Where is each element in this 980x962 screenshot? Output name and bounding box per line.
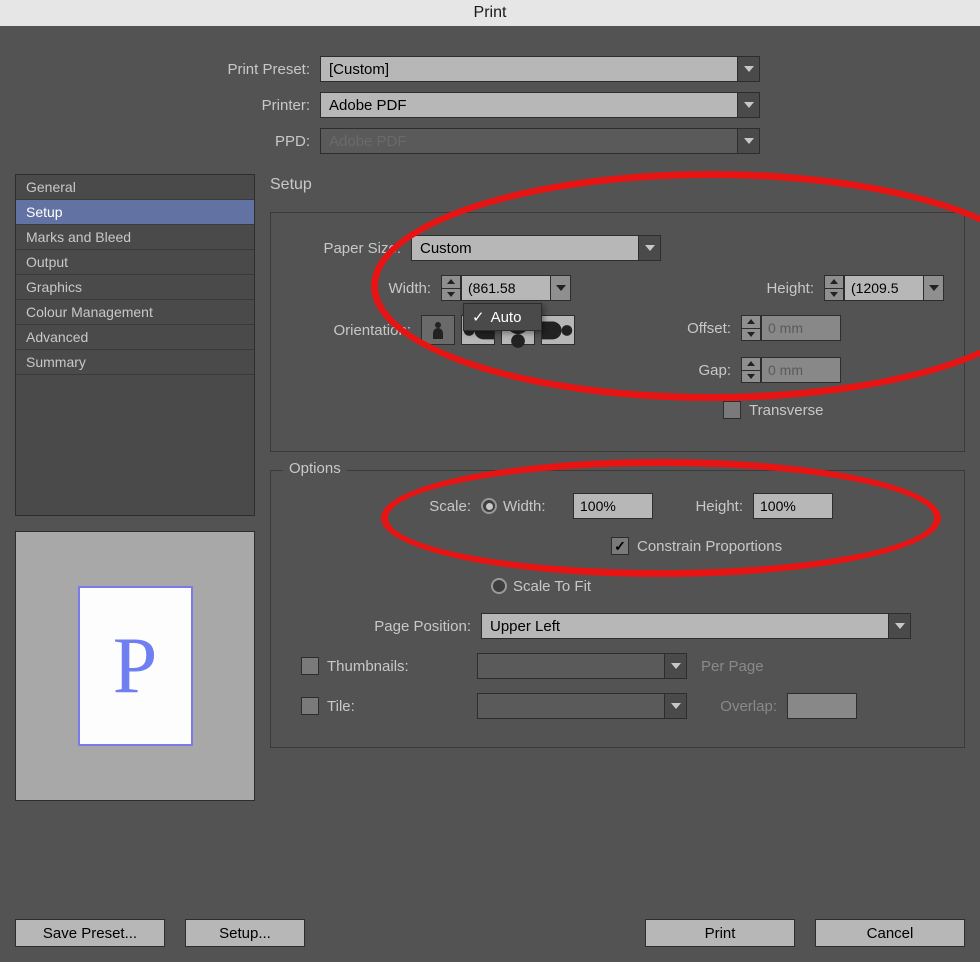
sidebar-item-marks-bleed[interactable]: Marks and Bleed — [16, 225, 254, 250]
chevron-down-icon — [888, 614, 910, 638]
chevron-down-icon — [737, 93, 759, 117]
scale-width-field[interactable]: 100% — [573, 493, 653, 519]
offset-spinner[interactable] — [741, 315, 761, 341]
dialog-footer: Save Preset... Setup... Print Cancel — [0, 919, 980, 947]
width-label: Width: — [291, 280, 441, 297]
offset-label: Offset: — [641, 320, 741, 337]
overlap-label: Overlap: — [687, 698, 787, 715]
scale-custom-radio[interactable] — [481, 498, 497, 514]
chevron-down-icon — [664, 694, 686, 718]
paper-size-label: Paper Size: — [291, 240, 411, 257]
paper-size-dropdown[interactable]: Custom — [411, 235, 661, 261]
dialog-title: Print — [474, 4, 507, 21]
setup-button[interactable]: Setup... — [185, 919, 305, 947]
tile-checkbox[interactable] — [301, 697, 319, 715]
scale-to-fit-label: Scale To Fit — [513, 578, 591, 595]
section-title: Setup — [270, 176, 965, 194]
page-position-label: Page Position: — [291, 618, 481, 635]
check-icon — [472, 308, 485, 326]
chevron-down-icon — [737, 57, 759, 81]
sidebar-item-output[interactable]: Output — [16, 250, 254, 275]
title-bar: Print — [0, 0, 980, 26]
page-position-dropdown[interactable]: Upper Left — [481, 613, 911, 639]
cancel-button[interactable]: Cancel — [815, 919, 965, 947]
ppd-dropdown: Adobe PDF — [320, 128, 760, 154]
chevron-down-icon — [551, 275, 571, 301]
sidebar-item-advanced[interactable]: Advanced — [16, 325, 254, 350]
paper-size-fieldset: Paper Size: Custom Width: (861.58 — [270, 212, 965, 452]
width-spinner[interactable] — [441, 275, 461, 301]
offset-field: 0 mm — [761, 315, 841, 341]
preset-label: Print Preset: — [40, 61, 320, 78]
thumbnails-checkbox[interactable] — [301, 657, 319, 675]
scale-label: Scale: — [291, 498, 481, 515]
gap-label: Gap: — [641, 362, 741, 379]
per-page-label: Per Page — [687, 658, 807, 675]
options-legend: Options — [283, 460, 347, 477]
print-button[interactable]: Print — [645, 919, 795, 947]
gap-field: 0 mm — [761, 357, 841, 383]
orientation-label: Orientation: — [291, 322, 421, 339]
tile-label: Tile: — [327, 698, 477, 715]
height-field[interactable]: (1209.5 — [844, 275, 944, 301]
printer-dropdown[interactable]: Adobe PDF — [320, 92, 760, 118]
header-fields: Print Preset: [Custom] Printer: Adobe PD… — [0, 26, 980, 174]
chevron-down-icon — [737, 129, 759, 153]
preset-dropdown[interactable]: [Custom] — [320, 56, 760, 82]
chevron-down-icon — [664, 654, 686, 678]
width-field[interactable]: (861.58 — [461, 275, 571, 301]
tile-dropdown — [477, 693, 687, 719]
preview-page: P — [78, 586, 193, 746]
page-preview: P — [15, 531, 255, 801]
thumbnails-label: Thumbnails: — [327, 658, 477, 675]
printer-label: Printer: — [40, 97, 320, 114]
orientation-portrait-up-button[interactable] — [421, 315, 455, 345]
chevron-down-icon — [924, 275, 944, 301]
sidebar-item-colour-mgmt[interactable]: Colour Management — [16, 300, 254, 325]
sidebar-item-general[interactable]: General — [16, 175, 254, 200]
scale-height-label: Height: — [653, 498, 753, 515]
preview-glyph: P — [113, 621, 158, 712]
overlap-field — [787, 693, 857, 719]
transverse-checkbox[interactable] — [723, 401, 741, 419]
scale-height-field[interactable]: 100% — [753, 493, 833, 519]
width-auto-popup[interactable]: Auto — [463, 303, 542, 331]
sidebar-item-setup[interactable]: Setup — [16, 200, 254, 225]
scale-to-fit-radio[interactable] — [491, 578, 507, 594]
height-label: Height: — [724, 280, 824, 297]
sidebar-item-summary[interactable]: Summary — [16, 350, 254, 375]
section-sidebar: General Setup Marks and Bleed Output Gra… — [15, 174, 255, 516]
chevron-down-icon — [638, 236, 660, 260]
ppd-label: PPD: — [40, 133, 320, 150]
scale-width-label: Width: — [503, 498, 573, 515]
sidebar-item-graphics[interactable]: Graphics — [16, 275, 254, 300]
orientation-landscape-right-button[interactable] — [541, 315, 575, 345]
constrain-checkbox[interactable] — [611, 537, 629, 555]
gap-spinner[interactable] — [741, 357, 761, 383]
height-spinner[interactable] — [824, 275, 844, 301]
options-fieldset: Options Scale: Width: 100% Height: 100% … — [270, 470, 965, 748]
constrain-label: Constrain Proportions — [637, 538, 782, 555]
thumbnails-dropdown — [477, 653, 687, 679]
save-preset-button[interactable]: Save Preset... — [15, 919, 165, 947]
transverse-label: Transverse — [749, 402, 823, 419]
